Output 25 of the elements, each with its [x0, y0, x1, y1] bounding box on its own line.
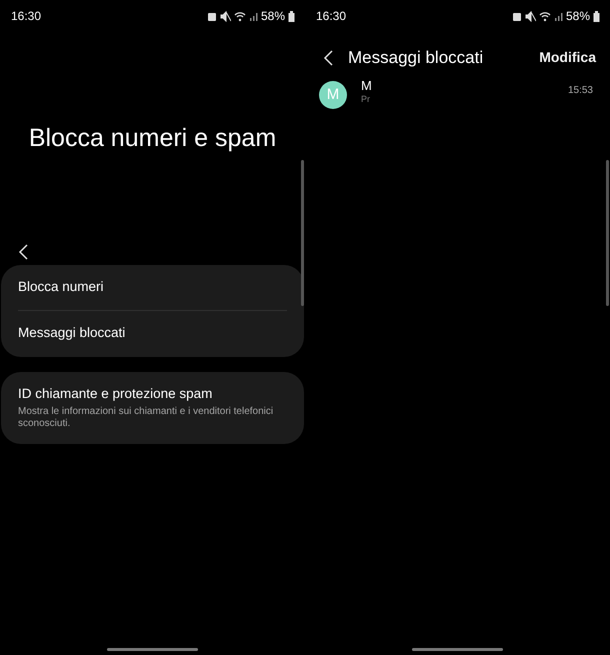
settings-item-description: Mostra le informazioni sui chiamanti e i venditori telefonici sconosciuti. — [18, 406, 274, 431]
settings-item-label: Messaggi bloccati — [18, 324, 126, 342]
settings-item-label: ID chiamante e protezione spam — [18, 384, 214, 403]
edit-link[interactable]: Modifica — [539, 47, 596, 68]
status-time: 16:30 — [316, 8, 346, 25]
battery-percentage: 58% — [260, 8, 285, 25]
mute-icon — [524, 10, 536, 22]
battery-icon — [288, 10, 295, 22]
back-icon[interactable] — [17, 244, 29, 260]
page-title: Blocca numeri e spam — [28, 123, 278, 154]
avatar: M — [319, 81, 347, 109]
wifi-icon — [234, 10, 246, 22]
status-time: 16:30 — [11, 8, 42, 25]
header-title: Messaggi bloccati — [348, 46, 484, 69]
message-time: 15:53 — [568, 84, 593, 98]
signal-icon — [248, 10, 258, 22]
wifi-icon — [538, 10, 551, 22]
settings-item-label: Blocca numeri — [18, 278, 105, 296]
mute-icon — [220, 10, 231, 22]
back-icon[interactable] — [322, 50, 334, 66]
battery-icon — [593, 10, 600, 22]
message-preview: Pr — [361, 93, 371, 106]
battery-percentage: 58% — [566, 8, 590, 25]
message-sender: M — [361, 79, 372, 94]
signal-icon — [554, 10, 563, 22]
